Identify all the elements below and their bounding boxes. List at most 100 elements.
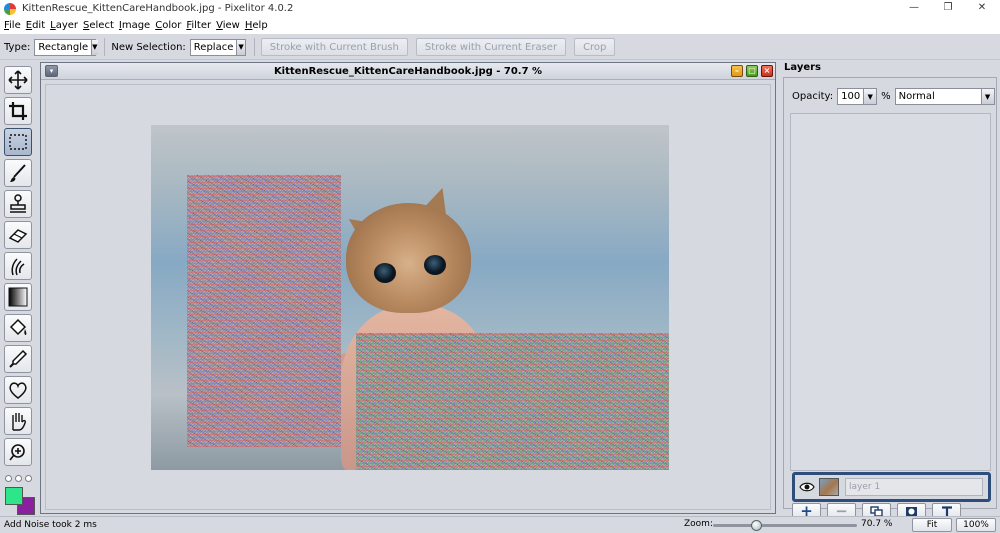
fit-button[interactable]: Fit: [912, 518, 952, 532]
menu-bar: File Edit Layer Select Image Color Filte…: [0, 17, 1000, 34]
hand-tool[interactable]: [4, 407, 32, 435]
layers-panel: Layers Opacity: 100 ▼ % Normal ▼ layer 1…: [781, 62, 1000, 520]
crop-button[interactable]: Crop: [574, 38, 616, 56]
brush-icon: [10, 164, 26, 182]
type-label: Type:: [4, 41, 31, 53]
dot-icon[interactable]: [15, 475, 22, 482]
gradient-tool[interactable]: [4, 283, 32, 311]
blend-mode-select[interactable]: Normal ▼: [894, 88, 995, 105]
noise-region: [187, 175, 341, 447]
toolbar-separator: [104, 38, 106, 56]
move-icon: [8, 70, 28, 90]
smudge-icon: [11, 258, 25, 276]
opacity-value: 100: [841, 91, 861, 102]
opacity-input[interactable]: 100 ▼: [837, 88, 878, 105]
dot-icon[interactable]: [5, 475, 12, 482]
document-titlebar: ▾ KittenRescue_KittenCareHandbook.jpg - …: [41, 63, 775, 80]
doc-close-button[interactable]: ×: [761, 65, 773, 77]
doc-maximize-button[interactable]: ▢: [746, 65, 758, 77]
blend-mode-value: Normal: [898, 91, 935, 102]
menu-edit[interactable]: Edit: [26, 20, 45, 31]
doc-minimize-button[interactable]: –: [731, 65, 743, 77]
eraser-icon: [8, 229, 28, 243]
kitten-photo: [151, 125, 669, 470]
menu-color[interactable]: Color: [155, 20, 181, 31]
visibility-eye-icon[interactable]: [798, 478, 816, 496]
chevron-down-icon: ▼: [236, 39, 245, 55]
layer-name-field[interactable]: layer 1: [845, 478, 983, 496]
new-selection-select[interactable]: Replace ▼: [189, 38, 246, 56]
brush-tool[interactable]: [4, 159, 32, 187]
window-titlebar: KittenRescue_KittenCareHandbook.jpg - Pi…: [0, 0, 1000, 17]
window-title: KittenRescue_KittenCareHandbook.jpg - Pi…: [22, 3, 294, 14]
toolbar-separator: [253, 38, 255, 56]
layers-container: Opacity: 100 ▼ % Normal ▼ layer 1 + −: [783, 77, 1000, 520]
shapes-tool[interactable]: [4, 376, 32, 404]
menu-view[interactable]: View: [216, 20, 240, 31]
menu-layer[interactable]: Layer: [50, 20, 78, 31]
stroke-eraser-button[interactable]: Stroke with Current Eraser: [415, 38, 567, 56]
foreground-color-swatch[interactable]: [5, 487, 23, 505]
eraser-tool[interactable]: [4, 221, 32, 249]
layers-list: [790, 113, 991, 471]
tool-options-bar: Type: Rectangle ▼ New Selection: Replace…: [0, 35, 1000, 60]
zoom-icon: [9, 444, 25, 461]
zoom-slider-thumb[interactable]: [751, 520, 763, 531]
smudge-tool[interactable]: [4, 252, 32, 280]
heart-icon: [9, 382, 27, 399]
stamp-icon: [10, 194, 26, 213]
close-button[interactable]: ✕: [965, 0, 999, 17]
document-window: ▾ KittenRescue_KittenCareHandbook.jpg - …: [40, 62, 776, 514]
paint-bucket-tool[interactable]: [4, 314, 32, 342]
opacity-label: Opacity:: [792, 91, 834, 102]
kitten-eye: [424, 255, 446, 275]
menu-image[interactable]: Image: [119, 20, 150, 31]
menu-help[interactable]: Help: [245, 20, 268, 31]
selection-tool[interactable]: [4, 128, 32, 156]
zoom-value: 70.7 %: [861, 519, 893, 529]
image-canvas[interactable]: [45, 84, 771, 510]
kitten-head: [346, 203, 471, 313]
status-bar: Add Noise took 2 ms Zoom: 70.7 % Fit 100…: [0, 516, 1000, 533]
restore-button[interactable]: ❐: [931, 0, 965, 17]
move-tool[interactable]: [4, 66, 32, 94]
percent-sign: %: [881, 91, 891, 102]
kitten-eye: [374, 263, 396, 283]
crop-icon: [9, 102, 27, 120]
layer-row[interactable]: layer 1: [792, 472, 991, 502]
type-select-value: Rectangle: [38, 41, 89, 53]
layers-header: Layers: [784, 62, 821, 73]
chevron-down-icon: ▼: [863, 89, 877, 104]
zoom-tool[interactable]: [4, 438, 32, 466]
layer-thumbnail: [819, 478, 839, 496]
type-select[interactable]: Rectangle ▼: [34, 38, 98, 56]
document-title: KittenRescue_KittenCareHandbook.jpg - 70…: [273, 65, 543, 77]
hand-icon: [12, 413, 26, 431]
actual-size-button[interactable]: 100%: [956, 518, 996, 532]
marquee-icon: [9, 134, 27, 150]
app-logo-icon: [4, 2, 16, 15]
minimize-button[interactable]: —: [897, 0, 931, 17]
noise-region: [356, 333, 669, 470]
color-picker-tool[interactable]: [4, 345, 32, 373]
zoom-slider[interactable]: [713, 520, 857, 531]
menu-select[interactable]: Select: [83, 20, 114, 31]
menu-filter[interactable]: Filter: [186, 20, 211, 31]
chevron-down-icon: ▼: [91, 39, 98, 55]
zoom-label: Zoom:: [684, 519, 713, 529]
tool-dots: [5, 475, 32, 482]
gradient-icon: [8, 287, 28, 307]
opacity-row: Opacity: 100 ▼ % Normal ▼: [792, 88, 1000, 105]
tools-palette: [4, 66, 34, 469]
new-selection-label: New Selection:: [111, 41, 186, 53]
crop-tool[interactable]: [4, 97, 32, 125]
new-selection-value: Replace: [193, 41, 234, 53]
status-message: Add Noise took 2 ms: [4, 520, 97, 530]
menu-file[interactable]: File: [4, 20, 21, 31]
stroke-brush-button[interactable]: Stroke with Current Brush: [260, 38, 408, 56]
dot-icon[interactable]: [25, 475, 32, 482]
document-menu-button[interactable]: ▾: [45, 65, 58, 77]
clone-stamp-tool[interactable]: [4, 190, 32, 218]
chevron-down-icon: ▼: [980, 89, 994, 104]
bucket-icon: [9, 318, 27, 336]
